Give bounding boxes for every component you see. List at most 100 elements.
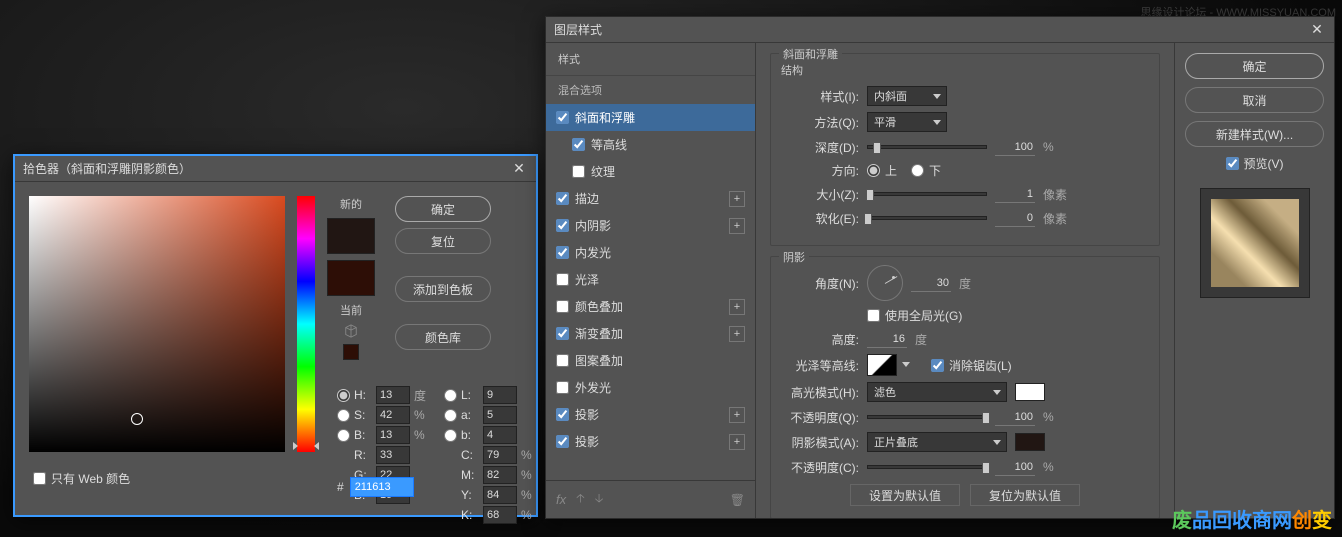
depth-slider[interactable]	[867, 145, 987, 149]
style-item-描边[interactable]: 描边+	[546, 185, 755, 212]
style-select[interactable]: 内斜面	[867, 86, 947, 106]
color-lib-button[interactable]: 颜色库	[395, 324, 491, 350]
technique-select[interactable]: 平滑	[867, 112, 947, 132]
add-effect-icon[interactable]: +	[729, 326, 745, 342]
y-input[interactable]	[483, 486, 517, 504]
new-color-swatch[interactable]	[327, 218, 375, 254]
style-checkbox[interactable]	[556, 192, 569, 205]
altitude-input[interactable]	[867, 330, 907, 348]
trash-icon[interactable]: 🗑	[730, 493, 745, 507]
style-item-内发光[interactable]: 内发光	[546, 239, 755, 266]
fx-icon[interactable]: fx	[556, 492, 566, 507]
style-item-颜色叠加[interactable]: 颜色叠加+	[546, 293, 755, 320]
add-effect-icon[interactable]: +	[729, 299, 745, 315]
ok-button[interactable]: 确定	[395, 196, 491, 222]
web-colors-checkbox[interactable]: 只有 Web 颜色	[33, 470, 130, 487]
highlight-color[interactable]	[1015, 383, 1045, 401]
highlight-opacity-input[interactable]	[995, 408, 1035, 426]
soften-slider[interactable]	[867, 216, 987, 220]
h-input[interactable]	[376, 386, 410, 404]
style-checkbox[interactable]	[556, 408, 569, 421]
r-input[interactable]	[376, 446, 410, 464]
highlight-mode-select[interactable]: 滤色	[867, 382, 1007, 402]
reset-button[interactable]: 复位	[395, 228, 491, 254]
style-item-渐变叠加[interactable]: 渐变叠加+	[546, 320, 755, 347]
style-item-投影[interactable]: 投影+	[546, 428, 755, 455]
style-checkbox[interactable]	[556, 300, 569, 313]
close-icon[interactable]: ✕	[1308, 21, 1326, 39]
global-light-checkbox[interactable]: 使用全局光(G)	[867, 307, 962, 324]
color-field[interactable]	[29, 196, 285, 452]
s-radio[interactable]	[337, 409, 350, 422]
style-item-斜面和浮雕[interactable]: 斜面和浮雕	[546, 104, 755, 131]
cancel-button[interactable]: 取消	[1185, 87, 1324, 113]
reset-default-button[interactable]: 复位为默认值	[970, 484, 1080, 506]
k-input[interactable]	[483, 506, 517, 524]
a-input[interactable]	[483, 406, 517, 424]
style-item-等高线[interactable]: 等高线	[546, 131, 755, 158]
websafe-swatch[interactable]	[343, 344, 359, 360]
size-slider[interactable]	[867, 192, 987, 196]
b-input[interactable]	[376, 426, 410, 444]
close-icon[interactable]: ✕	[510, 160, 528, 178]
direction-up[interactable]: 上	[867, 162, 897, 179]
style-checkbox[interactable]	[556, 381, 569, 394]
shadow-opacity-input[interactable]	[995, 458, 1035, 476]
style-item-内阴影[interactable]: 内阴影+	[546, 212, 755, 239]
a-radio[interactable]	[444, 409, 457, 422]
layer-style-titlebar[interactable]: 图层样式 ✕	[546, 17, 1334, 43]
antialias-checkbox[interactable]: 消除锯齿(L)	[931, 357, 1012, 374]
s-input[interactable]	[376, 406, 410, 424]
c-input[interactable]	[483, 446, 517, 464]
angle-input[interactable]	[911, 274, 951, 292]
current-color-swatch[interactable]	[327, 260, 375, 296]
web-colors-check[interactable]	[33, 472, 46, 485]
add-swatch-button[interactable]: 添加到色板	[395, 276, 491, 302]
shadow-opacity-slider[interactable]	[867, 465, 987, 469]
style-checkbox[interactable]	[556, 435, 569, 448]
shadow-mode-select[interactable]: 正片叠底	[867, 432, 1007, 452]
l-radio[interactable]	[444, 389, 457, 402]
new-style-button[interactable]: 新建样式(W)...	[1185, 121, 1324, 147]
style-checkbox[interactable]	[556, 246, 569, 259]
style-item-外发光[interactable]: 外发光	[546, 374, 755, 401]
ok-button[interactable]: 确定	[1185, 53, 1324, 79]
preview-checkbox[interactable]: 预览(V)	[1185, 155, 1324, 172]
style-checkbox[interactable]	[556, 219, 569, 232]
set-default-button[interactable]: 设置为默认值	[850, 484, 960, 506]
style-checkbox[interactable]	[556, 354, 569, 367]
size-input[interactable]	[995, 185, 1035, 203]
add-effect-icon[interactable]: +	[729, 218, 745, 234]
add-effect-icon[interactable]: +	[729, 434, 745, 450]
style-checkbox[interactable]	[556, 111, 569, 124]
blend-options-item[interactable]: 混合选项	[546, 76, 755, 104]
add-effect-icon[interactable]: +	[729, 407, 745, 423]
style-checkbox[interactable]	[556, 273, 569, 286]
color-picker-titlebar[interactable]: 拾色器（斜面和浮雕阴影颜色） ✕	[15, 156, 536, 182]
style-item-光泽[interactable]: 光泽	[546, 266, 755, 293]
style-item-投影[interactable]: 投影+	[546, 401, 755, 428]
direction-down[interactable]: 下	[911, 162, 941, 179]
hex-input[interactable]	[350, 477, 414, 497]
depth-input[interactable]	[995, 138, 1035, 156]
add-effect-icon[interactable]: +	[729, 191, 745, 207]
style-item-纹理[interactable]: 纹理	[546, 158, 755, 185]
shadow-color[interactable]	[1015, 433, 1045, 451]
style-item-图案叠加[interactable]: 图案叠加	[546, 347, 755, 374]
soften-input[interactable]	[995, 209, 1035, 227]
gloss-contour[interactable]	[867, 354, 897, 376]
bb-input[interactable]	[483, 426, 517, 444]
style-checkbox[interactable]	[572, 138, 585, 151]
b-radio[interactable]	[337, 429, 350, 442]
hue-slider[interactable]	[297, 196, 315, 452]
bb-radio[interactable]	[444, 429, 457, 442]
h-radio[interactable]	[337, 389, 350, 402]
angle-dial[interactable]	[867, 265, 903, 301]
m-input[interactable]	[483, 466, 517, 484]
highlight-opacity-slider[interactable]	[867, 415, 987, 419]
style-checkbox[interactable]	[556, 327, 569, 340]
hue-thumb[interactable]	[293, 442, 319, 452]
style-checkbox[interactable]	[572, 165, 585, 178]
arrow-up-icon[interactable]: 🡡	[576, 489, 585, 510]
l-input[interactable]	[483, 386, 517, 404]
